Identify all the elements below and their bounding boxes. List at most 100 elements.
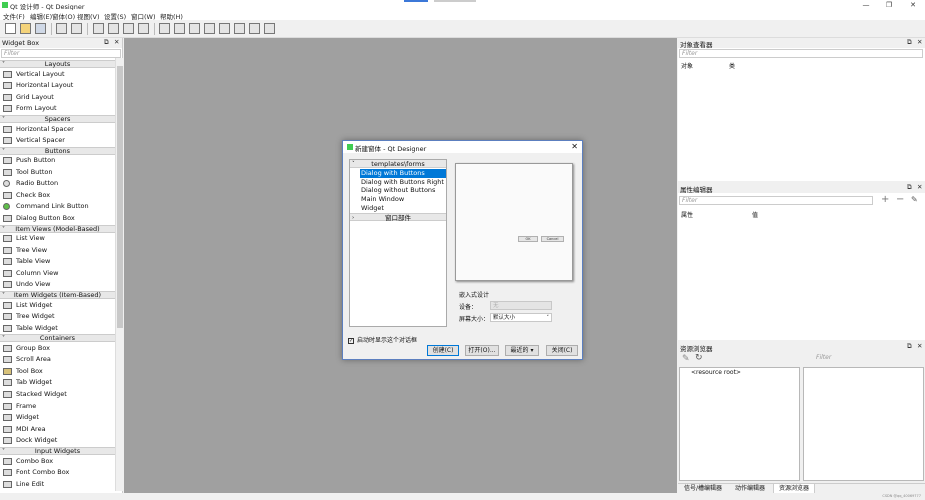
- screen-size-select[interactable]: 默认大小 ˅: [490, 313, 552, 322]
- column-property[interactable]: 属性: [681, 211, 693, 220]
- add-property-icon[interactable]: +: [881, 194, 889, 205]
- edit-signals-icon[interactable]: [108, 23, 119, 34]
- widget-command-link-button[interactable]: Command Link Button: [0, 201, 115, 212]
- device-select[interactable]: 无: [490, 301, 552, 310]
- widget-tab-widget[interactable]: Tab Widget: [0, 377, 115, 388]
- column-object[interactable]: 对象: [681, 62, 693, 71]
- new-file-icon[interactable]: [5, 23, 16, 34]
- column-value[interactable]: 值: [752, 211, 758, 220]
- widget-tool-box[interactable]: Tool Box: [0, 366, 115, 377]
- widget-line-edit[interactable]: Line Edit: [0, 479, 115, 490]
- widget-check-box[interactable]: Check Box: [0, 190, 115, 201]
- widget-list-view[interactable]: List View: [0, 233, 115, 244]
- dock-float-icon[interactable]: ⧉: [907, 38, 912, 47]
- layout-grid-icon[interactable]: [219, 23, 230, 34]
- resource-filter-input[interactable]: Filter: [814, 354, 924, 363]
- widget-form-layout[interactable]: Form Layout: [0, 103, 115, 114]
- copy-icon[interactable]: [56, 23, 67, 34]
- widget-combo-box[interactable]: Combo Box: [0, 456, 115, 467]
- widget-scroll-area[interactable]: Scroll Area: [0, 354, 115, 365]
- edit-tab-order-icon[interactable]: [138, 23, 149, 34]
- table-view-icon: [3, 258, 12, 265]
- widget-vertical-layout[interactable]: Vertical Layout: [0, 69, 115, 80]
- create-button[interactable]: 创建(C): [427, 345, 459, 356]
- open-button[interactable]: 打开(O)...: [465, 345, 499, 356]
- templates-forms-header[interactable]: ˅ templates\forms: [350, 160, 446, 168]
- widget-horizontal-layout[interactable]: Horizontal Layout: [0, 80, 115, 91]
- dialog-close-icon[interactable]: ✕: [571, 141, 578, 153]
- widget-tool-button[interactable]: Tool Button: [0, 167, 115, 178]
- checkbox-check-icon[interactable]: ✓: [348, 337, 354, 344]
- layout-horizontal-splitter-icon[interactable]: [189, 23, 200, 34]
- layout-vertical-icon[interactable]: [174, 23, 185, 34]
- widget-font-combo-box[interactable]: Font Combo Box: [0, 467, 115, 478]
- restore-button[interactable]: ❐: [880, 0, 898, 10]
- widget-radio-button[interactable]: Radio Button: [0, 178, 115, 189]
- layout-vertical-splitter-icon[interactable]: [204, 23, 215, 34]
- widget-filter-input[interactable]: Filter: [1, 49, 121, 58]
- category-item-views[interactable]: ˅ Item Views (Model-Based): [0, 225, 115, 233]
- widget-list-widget[interactable]: List Widget: [0, 300, 115, 311]
- widget-tree-widget[interactable]: Tree Widget: [0, 311, 115, 322]
- resource-root-item[interactable]: <resource root>: [691, 369, 741, 376]
- layout-form-icon[interactable]: [234, 23, 245, 34]
- widget-group-box[interactable]: Group Box: [0, 343, 115, 354]
- widget-frame[interactable]: Frame: [0, 401, 115, 412]
- category-containers[interactable]: ˅ Containers: [0, 334, 115, 342]
- edit-buddies-icon[interactable]: [123, 23, 134, 34]
- remove-property-icon[interactable]: −: [896, 194, 904, 205]
- show-on-startup-checkbox[interactable]: ✓ 启动时显示这个对话框: [348, 335, 417, 344]
- edit-widgets-icon[interactable]: [93, 23, 104, 34]
- adjust-size-icon[interactable]: [264, 23, 275, 34]
- paste-icon[interactable]: [71, 23, 82, 34]
- dock-close-icon[interactable]: ✕: [917, 183, 922, 191]
- dock-close-icon[interactable]: ✕: [917, 342, 922, 350]
- open-folder-icon[interactable]: [20, 23, 31, 34]
- layout-horizontal-icon[interactable]: [159, 23, 170, 34]
- template-main-window[interactable]: Main Window: [360, 195, 446, 204]
- category-buttons[interactable]: ˅ Buttons: [0, 147, 115, 155]
- scrollbar-thumb[interactable]: [117, 66, 123, 328]
- widget-undo-view[interactable]: Undo View: [0, 279, 115, 290]
- save-icon[interactable]: [35, 23, 46, 34]
- category-layouts[interactable]: ˅ Layouts: [0, 60, 115, 68]
- template-dialog-without-buttons[interactable]: Dialog without Buttons: [360, 186, 446, 195]
- dock-float-icon[interactable]: ⧉: [907, 342, 912, 351]
- category-item-widgets[interactable]: ˅ Item Widgets (Item-Based): [0, 291, 115, 299]
- break-layout-icon[interactable]: [249, 23, 260, 34]
- widget-widget[interactable]: Widget: [0, 412, 115, 423]
- widgets-header[interactable]: › 窗口部件: [350, 213, 446, 222]
- widget-stacked-widget[interactable]: Stacked Widget: [0, 389, 115, 400]
- widget-vertical-spacer[interactable]: Vertical Spacer: [0, 135, 115, 146]
- preview-ok-button: OK: [518, 236, 538, 242]
- close-window-button[interactable]: ✕: [904, 0, 922, 10]
- column-class[interactable]: 类: [729, 62, 735, 71]
- widget-column-view[interactable]: Column View: [0, 268, 115, 279]
- dock-close-icon[interactable]: ✕: [114, 38, 119, 46]
- minimize-button[interactable]: —: [857, 0, 875, 10]
- template-dialog-buttons-bottom[interactable]: Dialog with Buttons Bottom: [360, 169, 446, 186]
- edit-resources-icon[interactable]: ✎: [682, 354, 690, 364]
- widget-horizontal-spacer[interactable]: Horizontal Spacer: [0, 124, 115, 135]
- template-widget[interactable]: Widget: [360, 204, 446, 213]
- dock-float-icon[interactable]: ⧉: [907, 183, 912, 192]
- wrench-icon[interactable]: ✎: [911, 195, 918, 204]
- recent-button[interactable]: 最近的 ▾: [505, 345, 539, 356]
- widget-dock-widget[interactable]: Dock Widget: [0, 435, 115, 446]
- category-input-widgets[interactable]: ˅ Input Widgets: [0, 447, 115, 455]
- category-spacers[interactable]: ˅ Spacers: [0, 115, 115, 123]
- reload-icon[interactable]: ↻: [695, 353, 703, 363]
- object-filter-input[interactable]: Filter: [679, 49, 923, 58]
- dock-close-icon[interactable]: ✕: [917, 38, 922, 46]
- widget-table-view[interactable]: Table View: [0, 256, 115, 267]
- widget-tree-view[interactable]: Tree View: [0, 245, 115, 256]
- property-filter-input[interactable]: Filter: [679, 196, 873, 205]
- widget-dialog-button-box[interactable]: Dialog Button Box: [0, 213, 115, 224]
- dock-float-icon[interactable]: ⧉: [104, 38, 109, 47]
- widget-box-scrollbar[interactable]: [115, 58, 123, 491]
- widget-mdi-area[interactable]: MDI Area: [0, 424, 115, 435]
- widget-push-button[interactable]: Push Button: [0, 155, 115, 166]
- widget-grid-layout[interactable]: Grid Layout: [0, 92, 115, 103]
- close-button[interactable]: 关闭(C): [546, 345, 578, 356]
- widget-table-widget[interactable]: Table Widget: [0, 323, 115, 334]
